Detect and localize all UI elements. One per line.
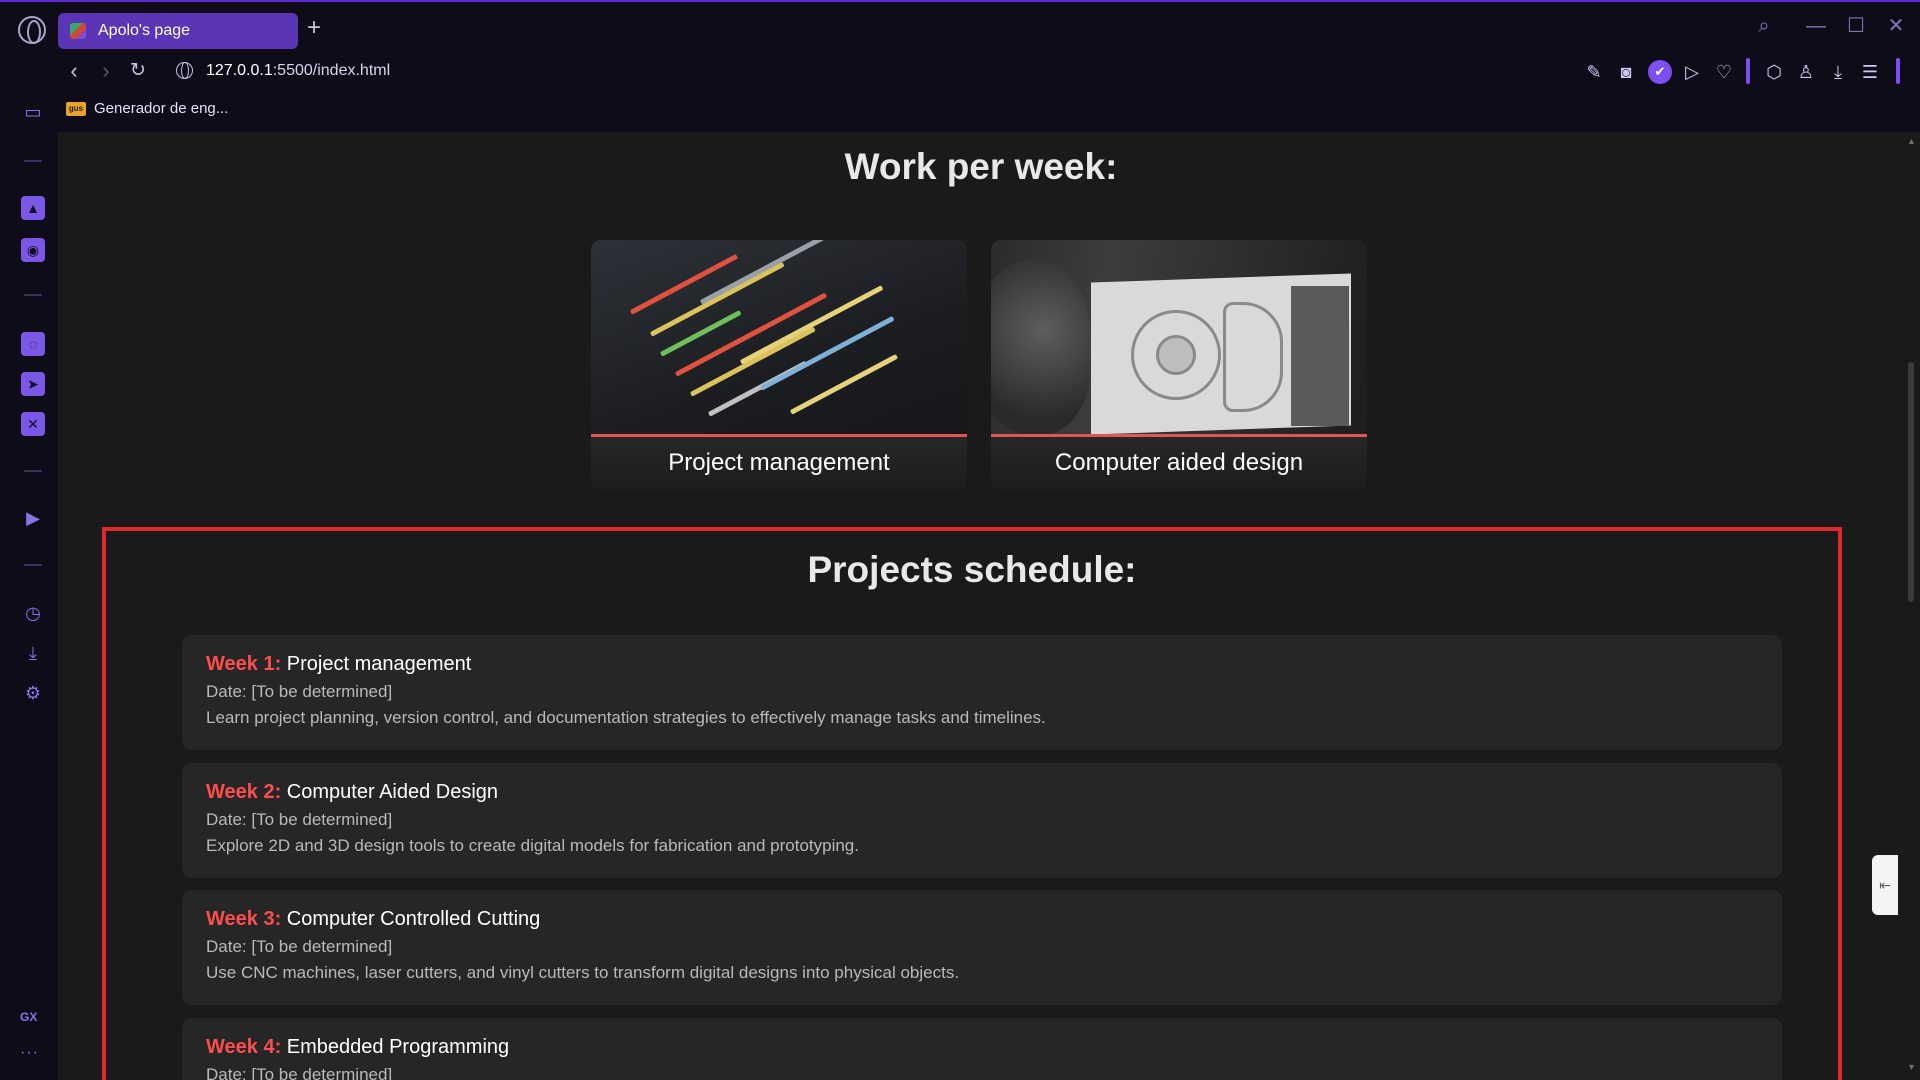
entry-description: Learn project planning, version control,… (206, 708, 1046, 727)
schedule-entry-week-1: Week 1: Project management Date: [To be … (182, 635, 1782, 750)
send-icon[interactable]: ▷ (1680, 60, 1704, 84)
address-bar: ‹ › ↻ 127.0.0.1:5500/index.html ✎ ◙ ✔ ▷ … (58, 52, 1920, 90)
card-project-management[interactable]: Project management (591, 240, 967, 491)
entry-description: Use CNC machines, laser cutters, and vin… (206, 963, 960, 982)
camera-icon[interactable]: ◙ (1614, 60, 1638, 84)
player-icon[interactable]: ▶ (21, 506, 45, 530)
x-twitter-icon[interactable]: ✕ (21, 412, 45, 436)
forward-button[interactable]: › (92, 56, 120, 86)
browser-titlebar: Apolo's page + ⌕ — ☐ ✕ (0, 0, 1920, 52)
sidebar-separator (24, 294, 42, 296)
reload-button[interactable]: ↻ (124, 56, 152, 86)
gx-corner-label[interactable]: GX (20, 1010, 37, 1024)
new-tab-button[interactable]: + (302, 16, 326, 40)
telegram-icon[interactable]: ➤ (21, 372, 45, 396)
bookmarks-bar: gus Generador de eng... (58, 90, 1920, 132)
aria-icon[interactable]: ▲ (21, 196, 45, 220)
page-viewport: Work per week: Project management Comput… (58, 132, 1904, 1080)
scroll-up-icon[interactable]: ▲ (1907, 136, 1916, 146)
cad-modeling-image (991, 240, 1367, 435)
sidebar-separator (24, 470, 42, 472)
card-label: Computer aided design (1054, 449, 1304, 476)
maximize-window-button[interactable]: ☐ (1842, 12, 1870, 40)
browser-sidebar: ▭ ▲ ◉ ◌ ➤ ✕ ▶ ◷ ⤓ ⚙ GX ··· (0, 52, 58, 1080)
toolbar-accent-end (1896, 58, 1900, 84)
entry-date: Date: [To be determined] (206, 682, 393, 701)
gaming-icon[interactable]: ▭ (21, 100, 45, 124)
download-icon[interactable]: ⤓ (1826, 60, 1850, 84)
entry-date: Date: [To be determined] (206, 937, 393, 956)
site-info-globe-icon[interactable] (176, 62, 193, 79)
history-icon[interactable]: ◷ (21, 601, 45, 625)
entry-title: Project management (286, 653, 472, 675)
entry-title: Embedded Programming (286, 1036, 510, 1058)
entry-week-label: Week 1: (206, 653, 282, 675)
sidebar-separator (24, 160, 42, 162)
url-field[interactable]: 127.0.0.1:5500/index.html (206, 62, 390, 80)
card-computer-aided-design[interactable]: Computer aided design (991, 240, 1367, 491)
code-screen-image (591, 240, 967, 434)
downloads-icon[interactable]: ⤓ (21, 641, 45, 665)
browser-tab-active[interactable]: Apolo's page (58, 13, 298, 49)
entry-description: Explore 2D and 3D design tools to create… (206, 836, 859, 855)
bookmark-label: Generador de eng... (94, 100, 229, 117)
schedule-entry-week-2: Week 2: Computer Aided Design Date: [To … (182, 763, 1782, 878)
schedule-entry-week-3: Week 3: Computer Controlled Cutting Date… (182, 890, 1782, 1005)
scroll-down-icon[interactable]: ▼ (1907, 1062, 1916, 1072)
heart-icon[interactable]: ♡ (1712, 60, 1736, 84)
easy-setup-menu-icon[interactable]: ☰ (1858, 60, 1882, 84)
minimize-window-button[interactable]: — (1802, 12, 1830, 40)
entry-week-label: Week 4: (206, 1036, 282, 1058)
opera-gx-logo-icon[interactable] (18, 16, 46, 44)
twitch-icon[interactable]: ◉ (21, 238, 45, 262)
entry-title: Computer Controlled Cutting (286, 908, 541, 930)
toolbar-accent-divider (1746, 58, 1750, 84)
settings-gear-icon[interactable]: ⚙ (21, 681, 45, 705)
search-tabs-icon[interactable]: ⌕ (1750, 12, 1778, 40)
projects-schedule-heading: Projects schedule: (807, 549, 1137, 590)
sidebar-more-icon[interactable]: ··· (20, 1044, 39, 1062)
profile-icon[interactable]: ♙ (1794, 60, 1818, 84)
side-panel-toggle-icon[interactable]: ⇤ (1872, 855, 1898, 915)
tab-title: Apolo's page (98, 22, 191, 39)
scrollbar-thumb[interactable] (1908, 362, 1914, 602)
entry-date: Date: [To be determined] (206, 1065, 393, 1080)
projects-schedule-section: Projects schedule: Week 1: Project manag… (102, 527, 1842, 1080)
whatsapp-icon[interactable]: ◌ (21, 332, 45, 356)
work-per-week-heading: Work per week: (844, 146, 1118, 187)
snapshot-edit-icon[interactable]: ✎ (1582, 60, 1606, 84)
bookmark-item[interactable]: gus Generador de eng... (66, 100, 228, 117)
back-button[interactable]: ‹ (60, 56, 88, 86)
schedule-entry-week-4: Week 4: Embedded Programming Date: [To b… (182, 1018, 1782, 1080)
tab-favicon-icon (70, 23, 86, 39)
sidebar-separator (24, 564, 42, 566)
entry-date: Date: [To be determined] (206, 810, 393, 829)
entry-title: Computer Aided Design (286, 781, 499, 803)
entry-week-label: Week 3: (206, 908, 282, 930)
bookmark-favicon-icon: gus (66, 101, 86, 116)
vpn-shield-icon[interactable]: ✔ (1648, 60, 1672, 84)
entry-week-label: Week 2: (206, 781, 282, 803)
page-scrollbar[interactable]: ▲ ▼ (1904, 132, 1920, 1080)
box-extension-icon[interactable]: ⬡ (1762, 60, 1786, 84)
card-label: Project management (668, 449, 890, 476)
close-window-button[interactable]: ✕ (1882, 12, 1910, 40)
